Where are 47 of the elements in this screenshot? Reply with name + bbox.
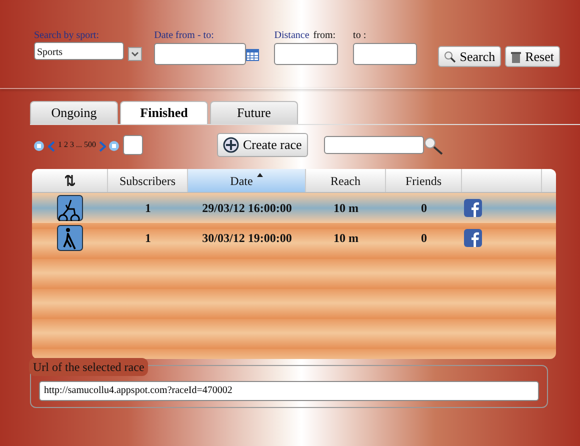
facebook-icon[interactable]: [464, 199, 482, 217]
sort-arrows-icon[interactable]: [64, 175, 74, 186]
column-header[interactable]: Friends: [386, 169, 462, 192]
first-page-icon[interactable]: [34, 141, 44, 152]
dropdown-caret-icon[interactable]: [128, 46, 142, 61]
table-row[interactable]: 1 29/03/12 16:00:00 10 m 0: [32, 193, 556, 223]
create-race-button[interactable]: Create race: [217, 133, 308, 157]
table-cell-text: 30/03/12 19:00:00: [201, 230, 293, 247]
reset-button[interactable]: Reset: [505, 46, 560, 67]
search-icon: [444, 50, 456, 62]
table-cell-text: 1: [144, 200, 152, 217]
date-field[interactable]: [154, 43, 246, 65]
search-icon[interactable]: [424, 136, 444, 155]
table-cell-text: 10 m: [332, 200, 360, 217]
facebook-icon[interactable]: [464, 229, 482, 247]
table-cell-text: 0: [420, 200, 428, 217]
distance-from-field[interactable]: [274, 43, 338, 65]
distance-to-field[interactable]: [353, 43, 418, 65]
bicycle-icon: [57, 195, 83, 221]
fieldset-legend: Url of the selected race: [29, 358, 148, 376]
table-cell-text: 1: [144, 230, 152, 247]
trash-icon: [511, 50, 522, 62]
table-cell-text: 0: [420, 230, 428, 247]
table-row[interactable]: 1 30/03/12 19:00:00 10 m 0: [32, 223, 556, 253]
tab[interactable]: Ongoing: [30, 101, 118, 124]
last-page-icon[interactable]: [109, 141, 119, 152]
to-label: to :: [353, 30, 366, 42]
page-field[interactable]: [123, 135, 143, 155]
distance-label: Distance: [274, 30, 310, 42]
table-cell-text: 10 m: [332, 230, 360, 247]
sport-label: Search by sport:: [34, 30, 100, 42]
tab[interactable]: Future: [210, 101, 298, 124]
table-cell-text: 29/03/12 16:00:00: [201, 200, 293, 217]
column-header[interactable]: Date: [188, 169, 306, 192]
sport-select[interactable]: Sports: [34, 42, 124, 60]
tab[interactable]: Finished: [120, 101, 208, 124]
calendar-icon[interactable]: [246, 48, 260, 61]
from-label: from:: [313, 30, 336, 42]
sort-ascending-icon: [256, 173, 263, 177]
race-search-field[interactable]: [324, 136, 424, 154]
plus-icon: [223, 137, 239, 153]
search-button[interactable]: Search: [438, 46, 502, 67]
page-numbers[interactable]: 1 2 3 ... 500: [58, 139, 96, 151]
walker-icon: [57, 225, 83, 251]
url-field[interactable]: http://samucollu4.appspot.com?raceId=470002: [39, 380, 539, 400]
column-header[interactable]: Reach: [306, 169, 386, 192]
date-label: Date from - to:: [154, 30, 215, 42]
